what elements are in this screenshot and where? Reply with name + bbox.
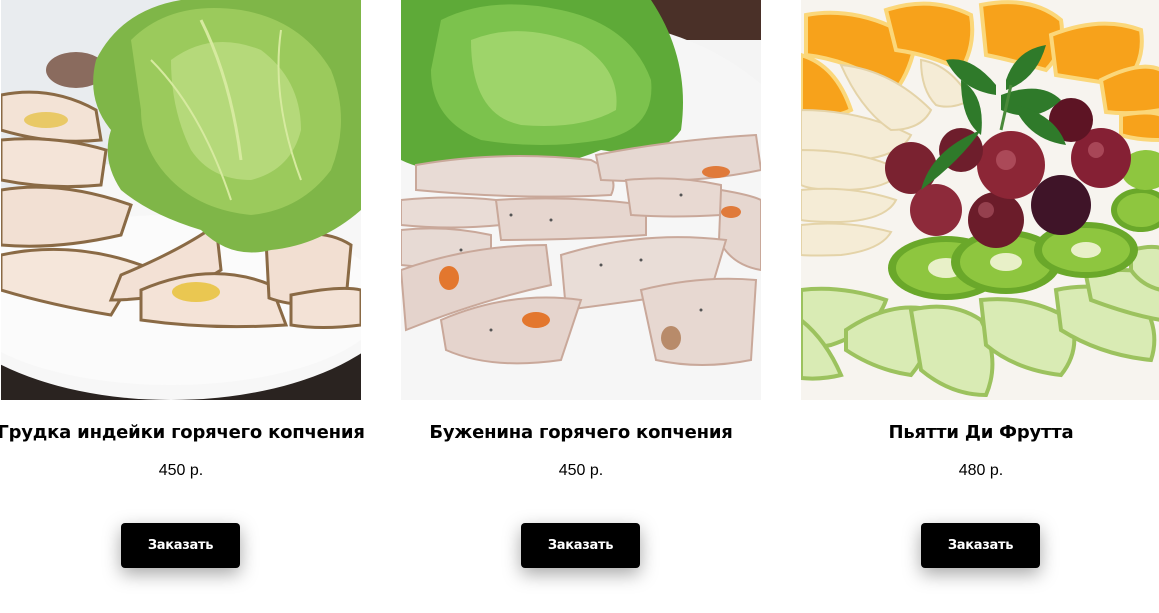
order-button[interactable]: Заказать [121, 523, 240, 568]
product-price: 480 р. [958, 462, 1004, 479]
product-price: 450 р. [158, 462, 204, 479]
product-photo-boiled-pork[interactable] [401, 0, 761, 400]
product-grid: Грудка индейки горячего копчения 450 р. … [0, 0, 1159, 613]
product-card: Грудка индейки горячего копчения 450 р. … [0, 0, 365, 613]
product-photo-turkey[interactable] [1, 0, 361, 400]
product-card: Буженина горячего копчения 450 р. Заказа… [401, 0, 761, 613]
order-button[interactable]: Заказать [521, 523, 640, 568]
product-card: Пьятти Ди Фрутта 480 р. Заказать [801, 0, 1159, 613]
product-title[interactable]: Пьятти Ди Фрутта [781, 422, 1159, 443]
product-title[interactable]: Буженина горячего копчения [381, 422, 781, 443]
product-title[interactable]: Грудка индейки горячего копчения [0, 422, 381, 443]
product-photo-fruit-plate[interactable] [801, 0, 1159, 400]
product-price: 450 р. [558, 462, 604, 479]
order-button[interactable]: Заказать [921, 523, 1040, 568]
